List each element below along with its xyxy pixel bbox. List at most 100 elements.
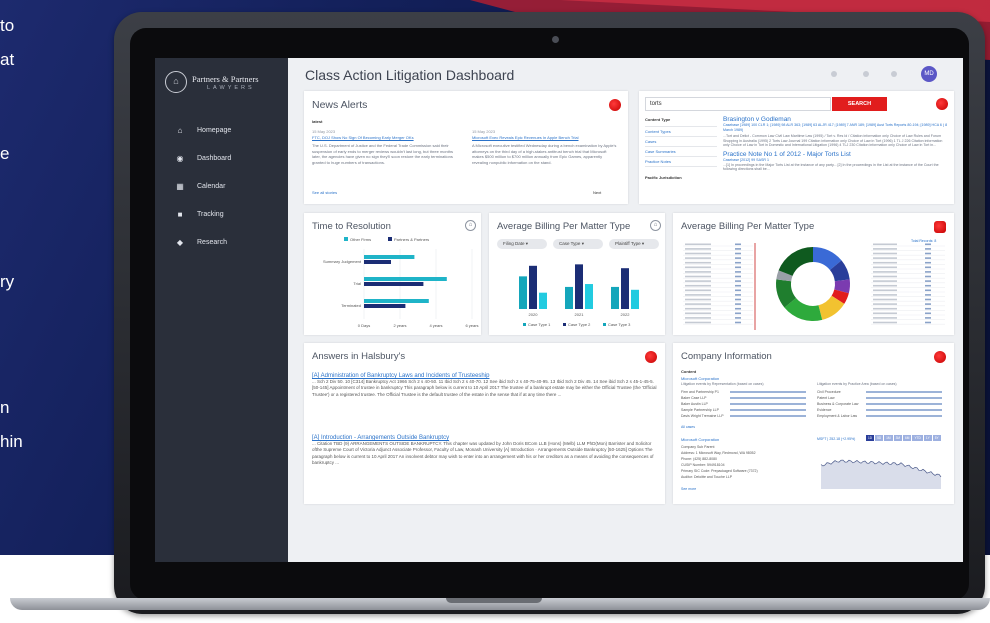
table-cell	[685, 298, 711, 301]
table-cell	[873, 294, 897, 296]
filter-case-type[interactable]: Case Type ▾	[553, 239, 603, 249]
search-icon[interactable]	[936, 98, 948, 110]
legend-label: Case Type 2	[568, 322, 591, 327]
range-tab[interactable]: 1D	[866, 435, 875, 441]
legend-swatch	[344, 237, 348, 241]
resolution-chart: Other Firms Partners & Partners 0 Days 2 ye…	[323, 237, 479, 328]
all-cases-link[interactable]: All cases	[681, 425, 695, 431]
table-cell	[735, 271, 741, 273]
company-icon[interactable]	[934, 351, 946, 363]
x-tick-label: 2020	[529, 312, 539, 317]
result-title-link[interactable]: Practice Note No 1 of 2012 - Major Torts…	[723, 151, 948, 158]
table-cell	[873, 317, 897, 319]
donut-slice	[778, 247, 813, 276]
search-input[interactable]: torts	[645, 97, 831, 111]
sidebar-item-calendar[interactable]: ▦ Calendar	[155, 172, 288, 200]
range-tab[interactable]: 3M	[893, 435, 903, 441]
side-text: e	[0, 144, 10, 163]
range-tab[interactable]: 1M	[884, 435, 893, 441]
notification-icon[interactable]	[831, 71, 837, 77]
next-link[interactable]: Next	[593, 190, 601, 196]
filter-plaintiff-type[interactable]: Plaintiff Type ▾	[609, 239, 659, 249]
sidebar-item-label: Tracking	[197, 210, 224, 218]
filter-filing-date[interactable]: Filing Date ▾	[497, 239, 547, 249]
filter-heading: Content Type	[645, 117, 717, 127]
company-name-link[interactable]: Microsoft Corporation	[681, 376, 719, 382]
alert-icon[interactable]	[863, 71, 869, 77]
legend-label: Partners & Partners	[394, 237, 429, 242]
tracking-icon: ■	[177, 209, 183, 219]
bar-partners	[364, 260, 391, 264]
stock-range-tabs: 1D 5D 1M 3M 6M YTD 1Y 5Y	[866, 435, 941, 441]
company-row-label: Baker Case LLP	[681, 396, 707, 400]
filter-item[interactable]: Cases	[645, 137, 717, 147]
building-icon[interactable]: ⌂	[465, 220, 476, 231]
see-more-link[interactable]: See more	[681, 487, 696, 493]
table-cell	[735, 252, 741, 255]
table-cell	[735, 243, 741, 246]
settings-icon[interactable]	[891, 71, 897, 77]
filter-label: Plaintiff Type	[615, 241, 641, 246]
logo-name: Partners & Partners	[192, 74, 259, 84]
table-cell	[873, 271, 897, 273]
filter-item[interactable]: Practice Notes	[645, 157, 717, 167]
table-cell	[873, 307, 897, 310]
news-headline-link[interactable]: FTC, DOJ Show No Sign Of Becoming Early …	[312, 135, 457, 141]
result-title-link[interactable]: Brasington v Godleman	[723, 116, 948, 123]
table-cell	[873, 261, 897, 264]
building-icon[interactable]: ⌂	[650, 220, 661, 231]
table-cell	[685, 271, 711, 273]
table-cell	[925, 248, 931, 250]
home-icon: ⌂	[177, 125, 183, 135]
sidebar-item-tracking[interactable]: ■ Tracking	[155, 200, 288, 228]
billing-bar-chart: 2020 2021 2022 Case Type 1 Case Type 2 Case T…	[519, 264, 639, 327]
sidebar-item-homepage[interactable]: ⌂ Homepage	[155, 116, 288, 144]
legend-swatch	[603, 323, 606, 326]
laptop-notch	[446, 598, 542, 603]
search-button[interactable]: SEARCH	[832, 97, 887, 111]
search-results: Brasington v Godleman Casebase [1989] 10…	[723, 116, 948, 172]
sidebar-item-label: Calendar	[197, 182, 226, 190]
dashboard-screen: ⌂ Partners & Partners LAWYERS ⌂ Homepage…	[155, 58, 963, 562]
representation-rows: Firm and Partnership P1 Baker Case LLP Bak…	[681, 389, 806, 419]
table-cell	[925, 243, 931, 246]
sidebar-item-dashboard[interactable]: ◉ Dashboard	[155, 144, 288, 172]
billing-bar	[585, 284, 593, 309]
company-row-bar	[730, 391, 806, 393]
company-row-label: Baker Austin LLP	[681, 402, 708, 406]
company-name-link-2[interactable]: Microsoft Corporation	[681, 437, 719, 443]
news-tag: latest	[312, 119, 323, 124]
range-tab[interactable]: 6M	[903, 435, 912, 441]
firm-logo[interactable]: ⌂ Partners & Partners LAWYERS	[165, 68, 280, 98]
range-tab[interactable]: 5D	[875, 435, 884, 441]
mail-icon[interactable]	[934, 221, 946, 233]
news-alert-icon[interactable]	[609, 99, 621, 111]
side-text: ry	[0, 272, 15, 291]
table-cell	[685, 303, 711, 305]
see-all-stories-link[interactable]: See all stories	[312, 190, 337, 196]
practice-area-rows: Civil Procedure Patent Law Business & Corp…	[817, 389, 942, 419]
table-cell	[735, 284, 741, 287]
company-row-label: Patent Law	[817, 396, 835, 400]
range-tab[interactable]: 5Y	[932, 435, 941, 441]
halsbury-icon[interactable]	[645, 351, 657, 363]
company-row-bar	[730, 409, 806, 411]
news-item: 15 May 2023 Microsoft Exec Reveals Epic …	[472, 129, 617, 165]
table-cell	[925, 275, 931, 278]
avatar[interactable]: MD	[921, 66, 937, 82]
filter-item[interactable]: Content Types	[645, 127, 717, 137]
news-headline-link[interactable]: Microsoft Exec Reveals Epic Revenues In …	[472, 135, 617, 141]
range-tab[interactable]: 1Y	[923, 435, 932, 441]
table-cell	[685, 307, 711, 310]
table-cell	[735, 303, 741, 305]
camera-icon	[552, 36, 559, 43]
table-cell	[925, 257, 931, 259]
sidebar-item-research[interactable]: ◆ Research	[155, 228, 288, 256]
filter-item[interactable]: Case Summaries	[645, 147, 717, 157]
table-cell	[925, 298, 931, 301]
news-body: A Microsoft executive testified Wednesda…	[472, 143, 617, 165]
stock-area	[821, 460, 941, 489]
range-tab[interactable]: YTD	[912, 435, 923, 441]
company-row-bar	[866, 403, 942, 405]
table-cell	[685, 289, 711, 292]
